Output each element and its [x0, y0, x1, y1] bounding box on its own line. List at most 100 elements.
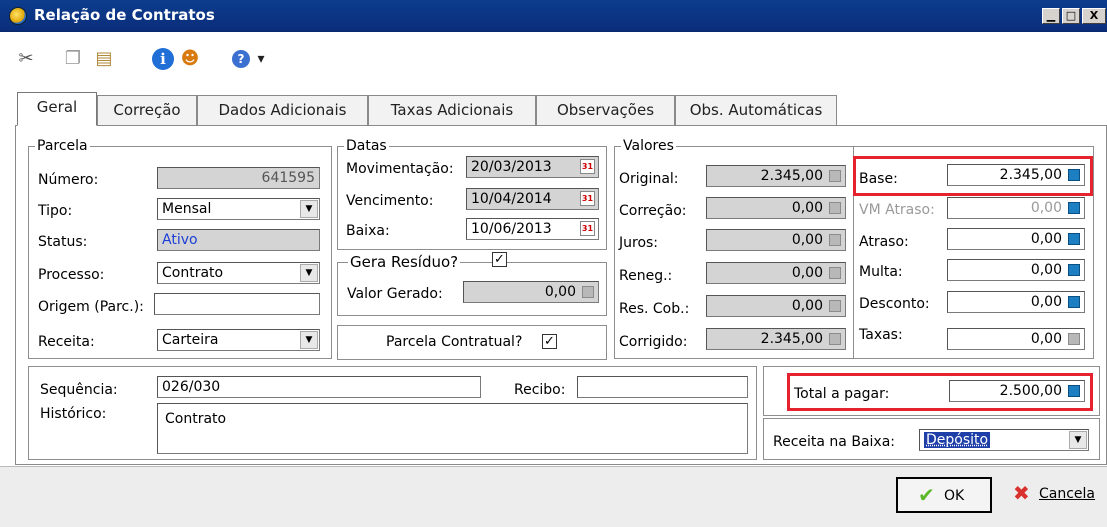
historico-textarea[interactable]: Contrato [157, 403, 748, 454]
tab-correcao[interactable]: Correção [97, 95, 197, 125]
processo-value: Contrato [162, 265, 224, 281]
ok-button[interactable]: ✔ OK [896, 477, 992, 513]
origem-input[interactable] [154, 293, 320, 315]
reneg-field: 0,00 [706, 262, 846, 284]
close-button[interactable]: X [1082, 8, 1106, 24]
receita-select[interactable]: Carteira ▼ [157, 329, 320, 351]
tipo-select[interactable]: Mensal ▼ [157, 198, 320, 220]
parcela-legend: Parcela [35, 138, 90, 154]
calendar-icon[interactable]: 31 [580, 221, 595, 236]
calculator-icon [1068, 333, 1080, 345]
copy-icon[interactable]: ❐ [62, 48, 84, 70]
movimentacao-label: Movimentação: [346, 161, 454, 177]
calculator-icon [829, 170, 841, 182]
rescob-field: 0,00 [706, 295, 846, 317]
corrigido-field: 2.345,00 [706, 328, 846, 350]
numero-label: Número: [38, 172, 99, 188]
maximize-button[interactable]: □ [1062, 8, 1080, 24]
valores-legend: Valores [621, 138, 676, 154]
processo-select[interactable]: Contrato ▼ [157, 262, 320, 284]
vm-atraso-field: 0,00 [947, 197, 1085, 219]
calendar-icon[interactable]: 31 [580, 159, 595, 174]
atraso-field[interactable]: 0,00 [947, 228, 1085, 250]
check-icon: ✔ [918, 483, 935, 507]
app-icon [9, 7, 27, 25]
receita-baixa-label: Receita na Baixa: [773, 434, 895, 450]
chevron-down-icon[interactable]: ▼ [300, 331, 318, 349]
correcao-field: 0,00 [706, 197, 846, 219]
cut-icon[interactable]: ✂ [14, 48, 38, 70]
valor-gerado-value: 0,00 [544, 284, 576, 300]
recibo-input[interactable] [577, 376, 748, 398]
datas-legend: Datas [344, 138, 389, 154]
calendar-icon[interactable]: 31 [580, 191, 595, 206]
juros-label: Juros: [619, 235, 659, 251]
corrigido-label: Corrigido: [619, 334, 688, 350]
tab-obs-automaticas[interactable]: Obs. Automáticas [675, 95, 837, 125]
original-label: Original: [619, 171, 679, 187]
desconto-field[interactable]: 0,00 [947, 291, 1085, 313]
corrigido-value: 2.345,00 [760, 331, 823, 347]
calculator-icon [829, 267, 841, 279]
cancel-button[interactable]: ✖ Cancela [1010, 477, 1107, 513]
processo-label: Processo: [38, 267, 105, 283]
chevron-down-icon[interactable]: ▼ [300, 264, 318, 282]
historico-label: Histórico: [40, 406, 107, 422]
parcela-contratual-label: Parcela Contratual? [386, 334, 523, 350]
info-icon[interactable]: ℹ [152, 48, 174, 70]
desconto-label: Desconto: [859, 296, 930, 312]
minimize-button[interactable]: ▁ [1042, 8, 1060, 24]
calculator-icon [829, 202, 841, 214]
window-title: Relação de Contratos [34, 6, 215, 24]
multa-field[interactable]: 0,00 [947, 259, 1085, 281]
rescob-label: Res. Cob.: [619, 301, 690, 317]
status-label: Status: [38, 234, 88, 250]
vencimento-label: Vencimento: [346, 193, 434, 209]
juros-value: 0,00 [791, 232, 823, 248]
tab-observacoes[interactable]: Observações [536, 95, 675, 125]
vencimento-date[interactable]: 10/04/2014 31 [466, 188, 599, 210]
sequencia-input[interactable]: 026/030 [157, 376, 481, 398]
highlight-box [787, 373, 1093, 411]
calculator-icon [1068, 202, 1080, 214]
parcela-contratual-checkbox[interactable]: ✓ [542, 334, 557, 349]
original-value: 2.345,00 [760, 168, 823, 184]
calculator-icon[interactable] [1068, 296, 1080, 308]
user-icon[interactable]: ☻ [177, 48, 203, 70]
help-icon[interactable]: ? [232, 50, 250, 68]
highlight-box [853, 156, 1093, 196]
taxas-label: Taxas: [859, 327, 903, 343]
correcao-label: Correção: [619, 203, 687, 219]
receita-baixa-value: Depósito [924, 432, 991, 448]
chevron-down-icon[interactable]: ▼ [300, 200, 318, 218]
gera-residuo-checkbox[interactable]: ✓ [492, 252, 507, 267]
cancel-label: Cancela [1039, 486, 1096, 502]
correcao-value: 0,00 [791, 200, 823, 216]
ok-label: OK [944, 488, 965, 504]
multa-label: Multa: [859, 264, 903, 280]
dropdown-arrow-icon[interactable]: ▾ [254, 48, 268, 70]
tab-taxas-adicionais[interactable]: Taxas Adicionais [368, 95, 536, 125]
valor-gerado-label: Valor Gerado: [347, 286, 443, 302]
tipo-value: Mensal [162, 201, 212, 217]
baixa-date[interactable]: 10/06/2013 31 [466, 218, 599, 240]
rescob-value: 0,00 [791, 298, 823, 314]
tab-dados-adicionais[interactable]: Dados Adicionais [197, 95, 368, 125]
vm-atraso-label: VM Atraso: [859, 202, 935, 218]
paste-icon[interactable]: ▤ [93, 48, 115, 70]
chevron-down-icon[interactable]: ▼ [1069, 431, 1087, 449]
calculator-icon [829, 300, 841, 312]
numero-field: 641595 [157, 167, 320, 189]
atraso-label: Atraso: [859, 234, 909, 250]
origem-label: Origem (Parc.): [38, 299, 144, 315]
movimentacao-value: 20/03/2013 [471, 159, 552, 175]
calculator-icon[interactable] [1068, 233, 1080, 245]
taxas-field[interactable]: 0,00 [947, 328, 1085, 350]
gera-residuo-label: Gera Resíduo? [348, 253, 461, 271]
movimentacao-date[interactable]: 20/03/2013 31 [466, 156, 599, 178]
reneg-value: 0,00 [791, 265, 823, 281]
receita-baixa-select[interactable]: Depósito ▼ [919, 429, 1089, 451]
calculator-icon[interactable] [1068, 264, 1080, 276]
tab-geral[interactable]: Geral [17, 92, 97, 126]
receita-label: Receita: [38, 334, 95, 350]
